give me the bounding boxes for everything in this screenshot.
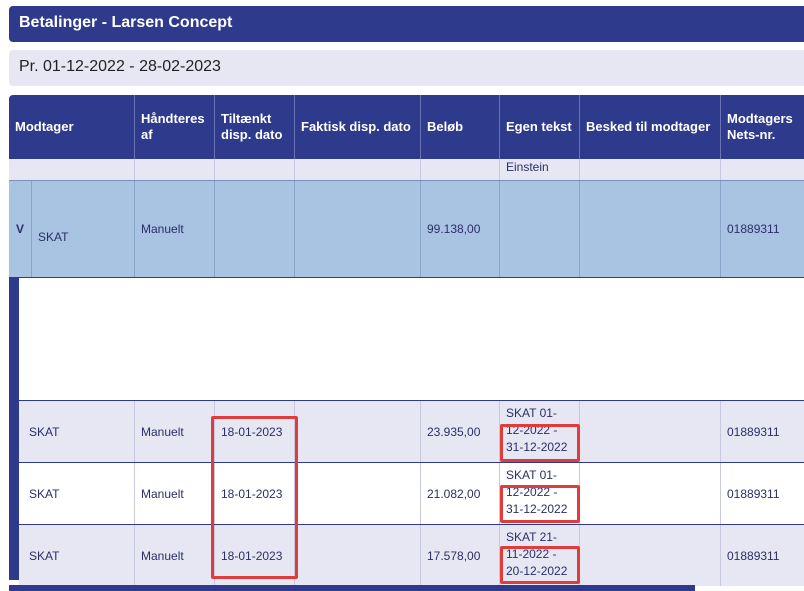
- row-beloeb: 23.935,00: [420, 401, 499, 462]
- row-nets-nr: 01889311: [720, 401, 804, 462]
- page-title: Betalinger - Larsen Concept: [9, 6, 804, 42]
- group-row[interactable]: V SKAT Manuelt 99.138,00 01889311: [9, 180, 804, 278]
- egen-tekst-cell: Einstein: [499, 159, 579, 180]
- table-row: Einstein: [9, 159, 804, 180]
- payments-grid: Modtager Håndteres af Tiltænkt disp. dat…: [9, 95, 804, 591]
- egen-tekst-line: 31-12-2022: [506, 502, 568, 516]
- row-egen-tekst: SKAT 21- 11-2022 - 20-12-2022: [499, 525, 579, 586]
- egen-tekst-line: 31-12-2022: [506, 440, 568, 454]
- table-row[interactable]: SKAT Manuelt 18-01-2023 23.935,00 SKAT 0…: [19, 400, 804, 462]
- horizontal-scrollbar[interactable]: [9, 585, 695, 591]
- egen-tekst-line: 11-2022 -: [506, 547, 557, 561]
- col-header-faktisk-dato[interactable]: Faktisk disp. dato: [294, 95, 420, 159]
- egen-tekst-line: 12-2022 -: [506, 485, 558, 499]
- row-haandteres-af: Manuelt: [134, 525, 214, 586]
- row-egen-tekst: SKAT 01- 12-2022 - 31-12-2022: [499, 401, 579, 462]
- row-tiltaenkt-dato: 18-01-2023: [214, 525, 294, 586]
- col-header-egen-tekst[interactable]: Egen tekst: [499, 95, 579, 159]
- row-nets-nr: 01889311: [720, 525, 804, 586]
- group-beloeb: 99.138,00: [420, 181, 499, 277]
- row-beloeb: 21.082,00: [420, 463, 499, 524]
- row-nets-nr: 01889311: [720, 463, 804, 524]
- expand-toggle[interactable]: V: [9, 181, 31, 277]
- egen-tekst-line: 12-2022 -: [506, 423, 558, 437]
- table-row[interactable]: SKAT Manuelt 18-01-2023 17.578,00 SKAT 2…: [19, 524, 804, 586]
- col-header-tiltaenkt-dato[interactable]: Tiltænkt disp. dato: [214, 95, 294, 159]
- col-header-nets-nr[interactable]: Modtagers Nets-nr.: [720, 95, 804, 159]
- detail-blank-area: [19, 286, 804, 400]
- egen-tekst-line: SKAT 01-: [506, 468, 557, 482]
- row-egen-tekst: SKAT 01- 12-2022 - 31-12-2022: [499, 463, 579, 524]
- row-modtager: SKAT: [29, 424, 60, 439]
- period-label: Pr. 01-12-2022 - 28-02-2023: [9, 50, 804, 86]
- egen-tekst-line: SKAT 21-: [506, 530, 557, 544]
- col-header-beloeb[interactable]: Beløb: [420, 95, 499, 159]
- group-modtager: SKAT: [31, 181, 134, 277]
- group-nets-nr: 01889311: [720, 181, 804, 277]
- row-modtager: SKAT: [29, 486, 60, 501]
- group-haandteres-af: Manuelt: [134, 181, 214, 277]
- egen-tekst-line: SKAT 01-: [506, 406, 557, 420]
- col-header-besked[interactable]: Besked til modtager: [579, 95, 720, 159]
- grid-header: Modtager Håndteres af Tiltænkt disp. dat…: [9, 95, 804, 159]
- col-header-haandteres-af[interactable]: Håndteres af: [134, 95, 214, 159]
- row-haandteres-af: Manuelt: [134, 401, 214, 462]
- row-tiltaenkt-dato: 18-01-2023: [214, 401, 294, 462]
- egen-tekst-line: 20-12-2022: [506, 564, 568, 578]
- table-row[interactable]: SKAT Manuelt 18-01-2023 21.082,00 SKAT 0…: [19, 462, 804, 524]
- col-header-modtager[interactable]: Modtager: [9, 95, 134, 159]
- row-beloeb: 17.578,00: [420, 525, 499, 586]
- row-tiltaenkt-dato: 18-01-2023: [214, 463, 294, 524]
- detail-indent-bar: [9, 278, 19, 580]
- row-haandteres-af: Manuelt: [134, 463, 214, 524]
- row-modtager: SKAT: [29, 548, 60, 563]
